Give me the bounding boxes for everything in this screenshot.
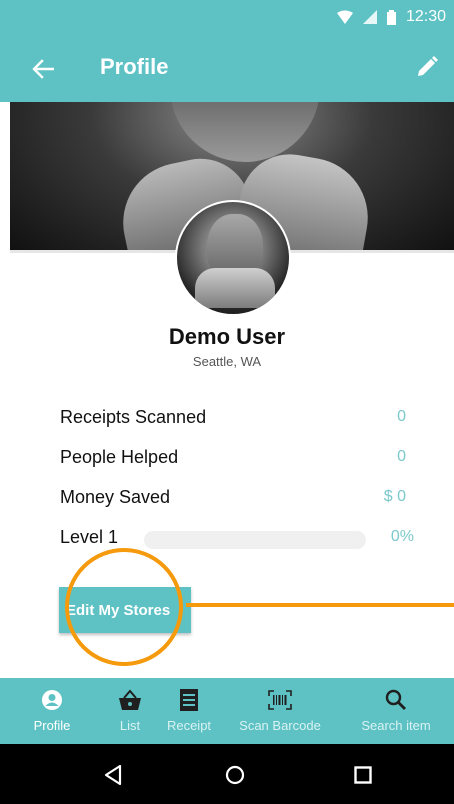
level-progress-text: 0% (390, 528, 414, 545)
stat-value: 0 (397, 408, 406, 425)
nav-label: Profile (33, 718, 71, 733)
stat-value: $ 0 (383, 488, 406, 505)
bottom-navigation: Profile List Receipt Scan Barcode Search… (0, 678, 454, 744)
search-icon (384, 688, 408, 712)
receipt-icon (177, 688, 201, 712)
wifi-icon (336, 10, 353, 24)
square-recents-icon (354, 766, 372, 784)
account-circle-icon (40, 688, 64, 712)
nav-item-list[interactable]: List (104, 678, 156, 744)
back-button[interactable] (28, 54, 58, 84)
basket-icon (118, 688, 142, 712)
triangle-back-icon (104, 764, 122, 786)
signal-icon (362, 10, 377, 24)
system-navigation-bar (0, 744, 454, 804)
level-progress-bar (144, 531, 366, 549)
stat-row-money-saved: Money Saved $ 0 (60, 483, 420, 513)
app-bar: Profile (0, 34, 454, 102)
stat-label: Receipts Scanned (60, 407, 207, 427)
stat-row-people-helped: People Helped 0 (60, 443, 420, 473)
status-bar: 12:30 (0, 0, 454, 34)
avatar (175, 200, 291, 316)
status-icons: 12:30 (336, 7, 446, 27)
barcode-scan-icon (268, 688, 292, 712)
circle-home-icon (225, 765, 245, 785)
system-recents-button[interactable] (350, 762, 376, 788)
edit-my-stores-button[interactable]: Edit My Stores (59, 587, 191, 633)
nav-item-profile[interactable]: Profile (0, 678, 104, 744)
nav-label: Search item (361, 718, 431, 733)
battery-icon (386, 9, 396, 25)
stat-value: 0 (397, 448, 406, 465)
nav-item-scan-barcode[interactable]: Scan Barcode (222, 678, 338, 744)
nav-item-receipt[interactable]: Receipt (156, 678, 222, 744)
stat-label: People Helped (60, 447, 179, 467)
status-time: 12:30 (405, 8, 446, 25)
level-label: Level 1 (60, 527, 119, 547)
level-row: Level 1 0% (60, 523, 420, 553)
user-name: Demo User (168, 324, 286, 349)
arrow-back-icon (32, 59, 54, 79)
page-title: Profile (100, 54, 169, 79)
nav-item-search[interactable]: Search item (338, 678, 454, 744)
edit-profile-button[interactable] (412, 52, 442, 82)
annotation-line (186, 603, 454, 607)
system-back-button[interactable] (100, 762, 126, 788)
system-home-button[interactable] (222, 762, 248, 788)
stat-label: Money Saved (60, 487, 171, 507)
nav-label: Receipt (166, 718, 212, 733)
nav-label: Scan Barcode (239, 718, 321, 733)
user-location: Seattle, WA (192, 354, 262, 369)
pencil-icon (418, 56, 438, 76)
stat-row-receipts: Receipts Scanned 0 (60, 403, 420, 433)
nav-label: List (119, 718, 141, 733)
